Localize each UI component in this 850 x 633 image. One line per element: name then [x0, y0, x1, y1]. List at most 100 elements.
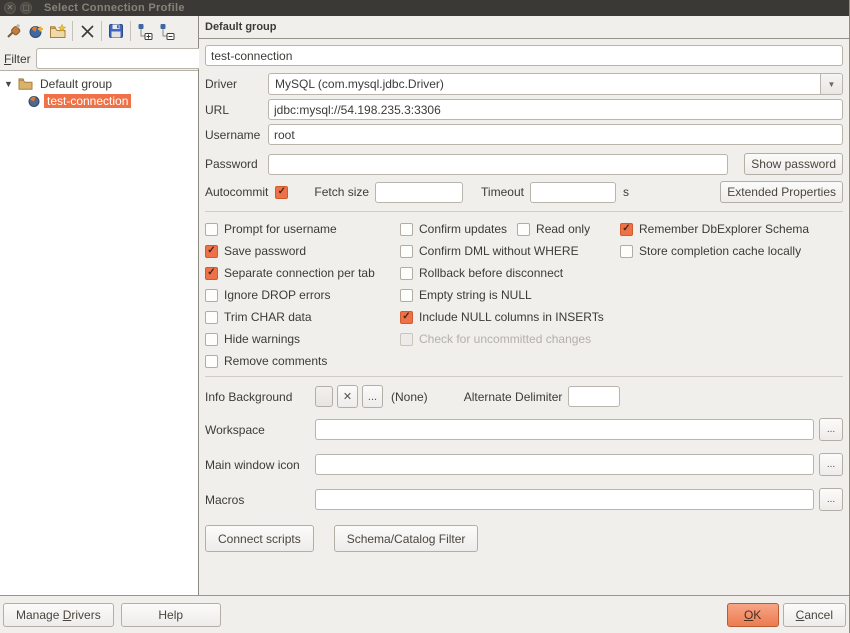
schema-catalog-filter-button[interactable]: Schema/Catalog Filter	[334, 525, 479, 552]
checkbox-label: Store completion cache locally	[639, 244, 801, 258]
maximize-window-icon[interactable]: ▢	[20, 2, 32, 14]
option-rollback-before-disconnect[interactable]: Rollback before disconnect	[400, 266, 563, 280]
help-button[interactable]: Help	[121, 603, 221, 627]
delete-profile-icon[interactable]	[76, 20, 98, 42]
username-input[interactable]	[268, 124, 843, 145]
checkbox-hide-warnings[interactable]	[205, 333, 218, 346]
tree-expander-icon[interactable]: ▼	[4, 79, 14, 89]
options-grid: Prompt for username Save password Separate…	[205, 218, 843, 372]
option-hide-warnings[interactable]: Hide warnings	[205, 332, 300, 346]
show-password-button[interactable]: Show password	[744, 153, 843, 175]
manage-drivers-button[interactable]: Manage Drivers	[3, 603, 114, 627]
collapse-groups-icon[interactable]	[156, 20, 178, 42]
option-row: Hide warnings	[205, 328, 400, 350]
timeout-unit-label: s	[623, 185, 629, 199]
ok-button[interactable]: OK	[727, 603, 779, 627]
checkbox-separate-connection-per-tab[interactable]	[205, 267, 218, 280]
checkbox-empty-string-is-null[interactable]	[400, 289, 413, 302]
checkbox-label: Empty string is NULL	[419, 288, 532, 302]
pick-color-button[interactable]: ...	[362, 385, 383, 408]
checkbox-label: Include NULL columns in INSERTs	[419, 310, 604, 324]
timeout-input[interactable]	[530, 182, 616, 203]
options-column-1: Prompt for username Save password Separate…	[205, 218, 400, 372]
option-row: Confirm updates Read only	[400, 218, 620, 240]
macros-input[interactable]	[315, 489, 814, 510]
tree-group-label[interactable]: Default group	[37, 77, 115, 91]
option-row: Trim CHAR data	[205, 306, 400, 328]
option-row: Check for uncommitted changes	[400, 328, 620, 350]
option-ignore-drop-errors[interactable]: Ignore DROP errors	[205, 288, 330, 302]
option-prompt-for-username[interactable]: Prompt for username	[205, 222, 337, 236]
window-title: Select Connection Profile	[44, 2, 185, 14]
expand-groups-icon[interactable]	[134, 20, 156, 42]
checkbox-trim-char-data[interactable]	[205, 311, 218, 324]
info-background-value: (None)	[391, 390, 428, 404]
toolbar-separator	[130, 21, 131, 41]
main-window-icon-input[interactable]	[315, 454, 814, 475]
option-confirm-dml-without-where[interactable]: Confirm DML without WHERE	[400, 244, 579, 258]
option-include-null-columns-in-inserts[interactable]: Include NULL columns in INSERTs	[400, 310, 604, 324]
new-group-icon[interactable]	[47, 20, 69, 42]
checkbox-save-password[interactable]	[205, 245, 218, 258]
checkbox-read-only[interactable]	[517, 223, 530, 236]
password-input[interactable]	[268, 154, 728, 175]
connect-scripts-button[interactable]: Connect scripts	[205, 525, 314, 552]
main-window-icon-browse-button[interactable]: ...	[819, 453, 843, 476]
tree-group-row[interactable]: ▼ Default group	[0, 75, 198, 92]
checkbox-label: Read only	[536, 222, 590, 236]
extended-properties-button[interactable]: Extended Properties	[720, 181, 843, 203]
copy-profile-icon[interactable]	[25, 20, 47, 42]
option-save-password[interactable]: Save password	[205, 244, 306, 258]
checkbox-label: Prompt for username	[224, 222, 337, 236]
checkbox-label: Separate connection per tab	[224, 266, 375, 280]
option-read-only[interactable]: Read only	[517, 222, 590, 236]
checkbox-rollback-before-disconnect[interactable]	[400, 267, 413, 280]
option-empty-string-is-null[interactable]: Empty string is NULL	[400, 288, 532, 302]
option-row: Confirm DML without WHERE	[400, 240, 620, 262]
filter-input[interactable]	[36, 48, 203, 69]
profile-icon	[28, 95, 40, 107]
option-store-completion-cache-locally[interactable]: Store completion cache locally	[620, 244, 801, 258]
checkbox-label: Ignore DROP errors	[224, 288, 330, 302]
option-trim-char-data[interactable]: Trim CHAR data	[205, 310, 312, 324]
checkbox-remove-comments[interactable]	[205, 355, 218, 368]
tree-profile-row[interactable]: test-connection	[0, 92, 198, 109]
tree-profile-label[interactable]: test-connection	[44, 94, 131, 108]
profile-name-input[interactable]	[205, 45, 843, 66]
fetch-size-input[interactable]	[375, 182, 463, 203]
new-profile-icon[interactable]	[3, 20, 25, 42]
option-remember-dbexplorer-schema[interactable]: Remember DbExplorer Schema	[620, 222, 809, 236]
checkbox-confirm-updates[interactable]	[400, 223, 413, 236]
clear-color-button[interactable]: ✕	[337, 385, 358, 408]
password-label: Password	[205, 157, 268, 171]
workspace-input[interactable]	[315, 419, 814, 440]
cancel-button[interactable]: Cancel	[783, 603, 846, 627]
autocommit-label: Autocommit	[205, 185, 268, 199]
option-remove-comments[interactable]: Remove comments	[205, 354, 327, 368]
workspace-browse-button[interactable]: ...	[819, 418, 843, 441]
timeout-label: Timeout	[481, 185, 524, 199]
checkbox-label: Rollback before disconnect	[419, 266, 563, 280]
checkbox-ignore-drop-errors[interactable]	[205, 289, 218, 302]
autocommit-checkbox[interactable]	[275, 186, 288, 199]
alternate-delimiter-label: Alternate Delimiter	[464, 390, 563, 404]
separator	[205, 376, 843, 377]
alternate-delimiter-input[interactable]	[568, 386, 620, 407]
info-background-swatch[interactable]	[315, 386, 333, 407]
options-column-3: Remember DbExplorer Schema Store completi…	[620, 218, 843, 372]
checkbox-confirm-dml-without-where[interactable]	[400, 245, 413, 258]
profile-editor-panel: Default group Driver MySQL (com.mysql.jd…	[199, 16, 849, 595]
option-confirm-updates[interactable]: Confirm updates	[400, 222, 507, 236]
driver-select[interactable]: MySQL (com.mysql.jdbc.Driver) ▼	[268, 73, 843, 95]
chevron-down-icon[interactable]: ▼	[820, 74, 842, 94]
checkbox-store-completion-cache-locally[interactable]	[620, 245, 633, 258]
profile-tree: ▼ Default group test-connection	[0, 70, 198, 595]
checkbox-remember-dbexplorer-schema[interactable]	[620, 223, 633, 236]
save-profiles-icon[interactable]	[105, 20, 127, 42]
checkbox-prompt-for-username[interactable]	[205, 223, 218, 236]
url-input[interactable]	[268, 99, 843, 120]
checkbox-include-null-columns-in-inserts[interactable]	[400, 311, 413, 324]
option-separate-connection-per-tab[interactable]: Separate connection per tab	[205, 266, 375, 280]
macros-browse-button[interactable]: ...	[819, 488, 843, 511]
close-window-icon[interactable]: ✕	[4, 2, 16, 14]
